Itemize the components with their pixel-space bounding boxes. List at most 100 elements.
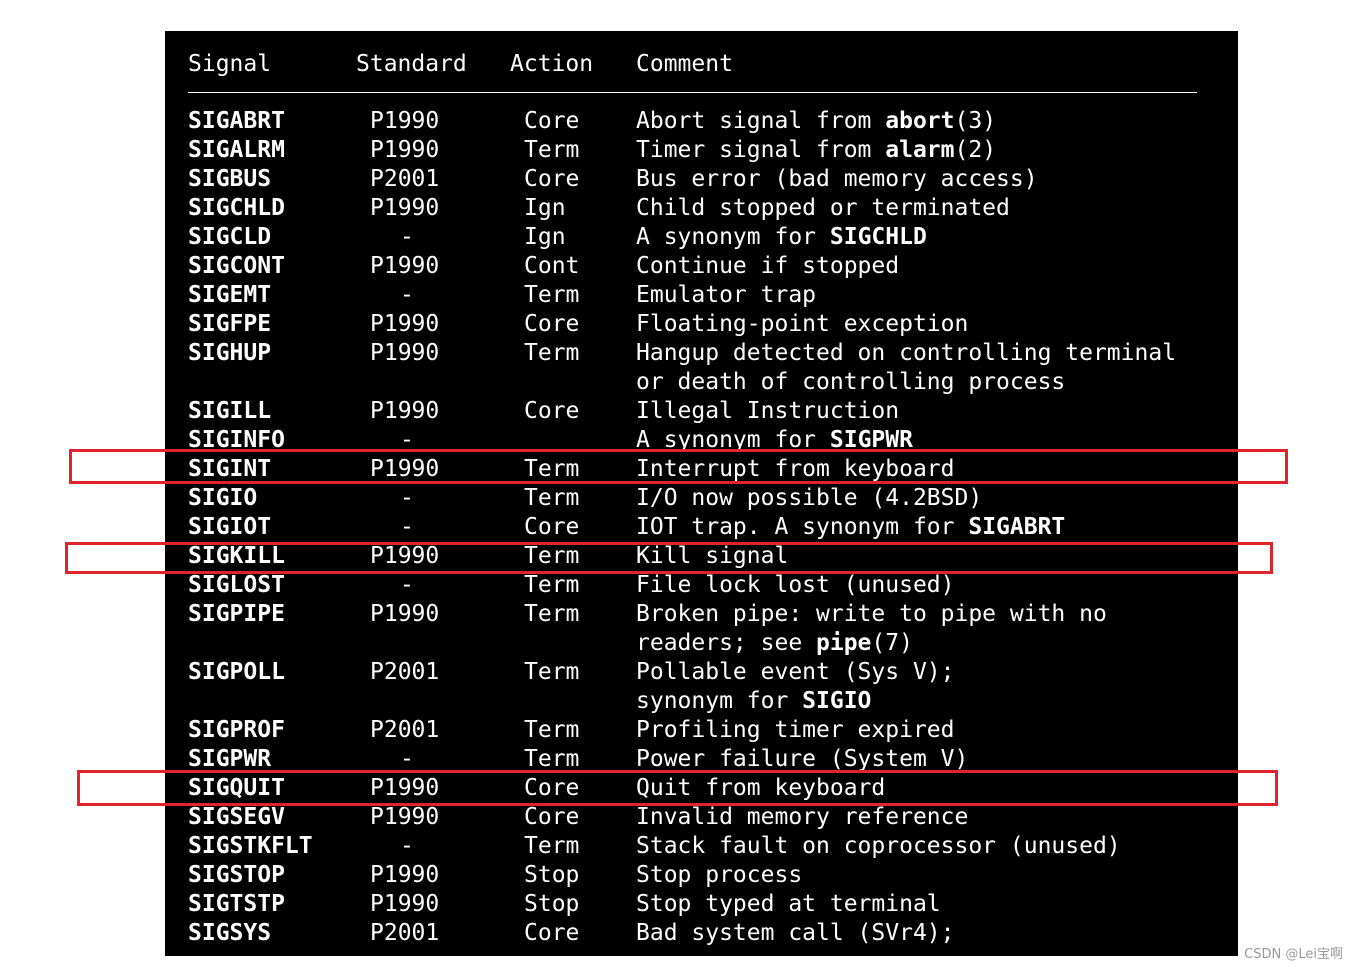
signal-comment: Pollable event (Sys V); — [636, 658, 955, 687]
signal-comment: Quit from keyboard — [636, 774, 885, 803]
signal-action: Core — [524, 108, 580, 134]
table-row: SIGINFO - A synonym for SIGPWR — [165, 426, 1238, 455]
comment-text: I/O now possible (4.2BSD) — [636, 485, 983, 511]
comment-bold-text: pipe — [816, 630, 872, 656]
signal-name: SIGQUIT — [188, 775, 285, 801]
signal-action: Term — [524, 456, 580, 482]
signal-action: Core — [524, 311, 580, 337]
signal-standard: P1990 — [370, 891, 440, 917]
signal-name: SIGFPE — [188, 311, 272, 337]
comment-text: Quit from keyboard — [636, 775, 886, 801]
signal-comment: IOT trap. A synonym for SIGABRT — [636, 513, 1065, 542]
comment-text: A synonym for — [636, 224, 830, 250]
signal-name: SIGSEGV — [188, 804, 285, 830]
signal-standard: - — [400, 572, 414, 598]
signal-action: Stop — [524, 891, 580, 917]
signal-action: Term — [524, 282, 580, 308]
signal-name: SIGIO — [188, 485, 258, 511]
comment-text: Pollable event (Sys V); — [636, 659, 955, 685]
signal-comment: Broken pipe: write to pipe with no — [636, 600, 1107, 629]
comment-bold-text: SIGCHLD — [829, 224, 927, 250]
signal-name: SIGALRM — [188, 137, 285, 163]
comment-text: Stack fault on coprocessor (unused) — [636, 833, 1121, 859]
comment-text: (7) — [871, 630, 913, 656]
signal-action: Term — [524, 137, 580, 163]
table-row: SIGPWR - Term Power failure (System V) — [165, 745, 1238, 774]
comment-text: File lock lost (unused) — [636, 572, 955, 598]
signal-comment: Stop typed at terminal — [636, 890, 941, 919]
signal-action: Core — [524, 804, 580, 830]
comment-text: Continue if stopped — [636, 253, 900, 279]
signal-standard: P1990 — [370, 601, 440, 627]
signal-name: SIGSTOP — [188, 862, 285, 888]
signal-name: SIGHUP — [188, 340, 272, 366]
signal-comment: Stack fault on coprocessor (unused) — [636, 832, 1121, 861]
signal-standard: P2001 — [370, 717, 440, 743]
comment-text: Illegal Instruction — [636, 398, 900, 424]
comment-text: Kill signal — [636, 543, 789, 569]
signal-standard: P1990 — [370, 804, 440, 830]
comment-text: (3) — [954, 108, 997, 134]
signal-name: SIGPOLL — [188, 659, 285, 685]
signal-comment: A synonym for SIGCHLD — [636, 223, 927, 252]
signal-comment: synonym for SIGIO — [636, 687, 871, 716]
comment-text: IOT trap. A synonym for — [636, 514, 969, 540]
signal-action: Core — [524, 775, 580, 801]
signal-comment: Timer signal from alarm(2) — [636, 136, 996, 165]
table-row: SIGTSTP P1990 Stop Stop typed at terminal — [165, 890, 1238, 919]
comment-text: Profiling timer expired — [636, 717, 955, 743]
signal-comment: Child stopped or terminated — [636, 194, 1010, 223]
header-standard: Standard — [356, 51, 467, 77]
signal-comment: Stop process — [636, 861, 802, 890]
table-row: SIGPOLL P2001 Term Pollable event (Sys V); — [165, 658, 1238, 687]
signal-standard: P2001 — [370, 166, 440, 192]
comment-text: Stop process — [636, 862, 803, 888]
signal-standard: P1990 — [370, 195, 440, 221]
terminal-window: Signal Standard Action Comment SIGABRT P1… — [165, 31, 1238, 956]
signal-action: Term — [524, 746, 580, 772]
signal-standard: P1990 — [370, 340, 440, 366]
table-row: SIGSYS P2001 Core Bad system call (SVr4); — [165, 919, 1238, 948]
table-row: SIGQUIT P1990 Core Quit from keyboard — [165, 774, 1238, 803]
table-row: SIGCONT P1990 Cont Continue if stopped — [165, 252, 1238, 281]
comment-text: Floating-point exception — [636, 311, 969, 337]
table-row: SIGPROF P2001 Term Profiling timer expired — [165, 716, 1238, 745]
signal-name: SIGLOST — [188, 572, 285, 598]
table-row: synonym for SIGIO — [165, 687, 1238, 716]
signal-comment: Hangup detected on controlling terminal — [636, 339, 1176, 368]
signal-standard: - — [400, 427, 414, 453]
signal-comment: Emulator trap — [636, 281, 816, 310]
comment-text: or death of controlling process — [636, 369, 1066, 395]
signal-comment: Profiling timer expired — [636, 716, 955, 745]
signal-name: SIGABRT — [188, 108, 285, 134]
signal-action: Core — [524, 398, 580, 424]
table-row: SIGSEGV P1990 Core Invalid memory reference — [165, 803, 1238, 832]
signal-comment: A synonym for SIGPWR — [636, 426, 913, 455]
signal-standard: - — [400, 514, 414, 540]
comment-text: Child stopped or terminated — [636, 195, 1010, 221]
signal-name: SIGCLD — [188, 224, 272, 250]
comment-text: Invalid memory reference — [636, 804, 969, 830]
signal-standard: P2001 — [370, 920, 440, 946]
signal-standard: P1990 — [370, 137, 440, 163]
table-row: SIGIOT - Core IOT trap. A synonym for SIGAB… — [165, 513, 1238, 542]
signal-action: Term — [524, 340, 580, 366]
signal-table: SIGABRT P1990 Core Abort signal from abort(… — [165, 107, 1238, 948]
comment-text: Stop typed at terminal — [636, 891, 941, 917]
signal-action: Term — [524, 572, 580, 598]
table-row: SIGINT P1990 Term Interrupt from keyboard — [165, 455, 1238, 484]
comment-bold-text: alarm — [885, 137, 955, 163]
signal-action: Term — [524, 717, 580, 743]
table-row: SIGILL P1990 Core Illegal Instruction — [165, 397, 1238, 426]
signal-standard: - — [400, 485, 414, 511]
signal-comment: Interrupt from keyboard — [636, 455, 955, 484]
header-signal: Signal — [188, 51, 272, 77]
signal-standard: - — [400, 833, 414, 859]
comment-text: Power failure (System V) — [636, 746, 969, 772]
signal-standard: P1990 — [370, 311, 440, 337]
table-row: SIGEMT - Term Emulator trap — [165, 281, 1238, 310]
table-row: SIGBUS P2001 Core Bus error (bad memory acc… — [165, 165, 1238, 194]
table-row: SIGALRM P1990 Term Timer signal from alarm(… — [165, 136, 1238, 165]
signal-name: SIGTSTP — [188, 891, 285, 917]
comment-text: Timer signal from — [636, 137, 886, 163]
